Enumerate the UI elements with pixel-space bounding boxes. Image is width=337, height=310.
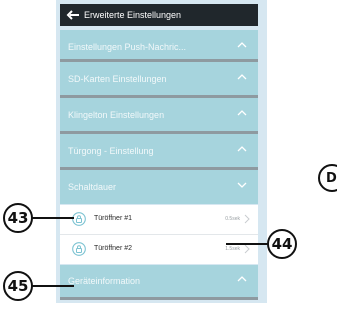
leader-line [226, 243, 268, 245]
header-bar: Erweiterte Einstellungen [60, 4, 258, 26]
chevron-right-icon [244, 244, 250, 254]
back-arrow-icon[interactable] [64, 4, 82, 26]
item-name: Türöffner #2 [94, 245, 133, 252]
section-label: Klingelton Einstellungen [68, 110, 165, 120]
chevron-up-icon [237, 74, 247, 80]
chevron-right-icon [244, 214, 250, 224]
lock-icon [72, 242, 86, 256]
divider [60, 297, 258, 300]
section-label: Schaltdauer [68, 182, 117, 192]
app-screen: Erweiterte Einstellungen Einstellungen P… [56, 0, 267, 303]
leader-line [32, 285, 74, 287]
callout-43: 43 [3, 203, 33, 233]
leader-line [32, 217, 74, 219]
callout-edge: D [318, 164, 337, 192]
section-label: Geräteinformation [68, 276, 141, 286]
section-label: SD-Karten Einstellungen [68, 74, 167, 84]
section-label: Einstellungen Push-Nachric... [68, 42, 187, 52]
chevron-up-icon [237, 276, 247, 282]
section-device-info[interactable]: Geräteinformation [60, 265, 258, 297]
callout-44: 44 [267, 229, 297, 259]
list-item-door-opener-1[interactable]: Türöffner #1 0.5sek [60, 205, 258, 234]
item-name: Türöffner #1 [94, 215, 133, 222]
chevron-up-icon [237, 110, 247, 116]
chevron-up-icon [237, 146, 247, 152]
page-title: Erweiterte Einstellungen [84, 10, 182, 20]
list-item-door-opener-2[interactable]: Türöffner #2 1.5sek [60, 235, 258, 264]
lock-icon [72, 212, 86, 226]
item-value: 0.5sek [225, 216, 240, 222]
chevron-down-icon [237, 182, 247, 188]
section-label: Türgong - Einstellung [68, 146, 154, 156]
section-switching-duration[interactable]: Schaltdauer [60, 170, 258, 204]
section-sd-card[interactable]: SD-Karten Einstellungen [60, 62, 258, 98]
chevron-up-icon [237, 42, 247, 48]
section-door-chime[interactable]: Türgong - Einstellung [60, 134, 258, 170]
callout-45: 45 [3, 271, 33, 301]
item-value: 1.5sek [225, 246, 240, 252]
section-ringtone[interactable]: Klingelton Einstellungen [60, 98, 258, 134]
